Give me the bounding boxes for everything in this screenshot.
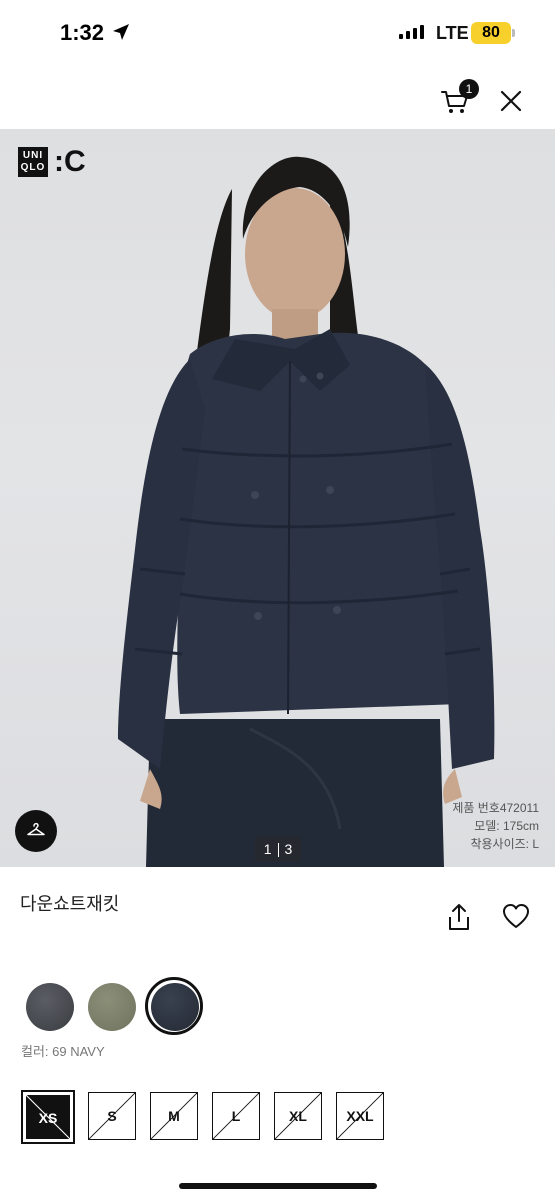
heart-icon[interactable]: [502, 903, 530, 929]
size-label: XL: [289, 1108, 307, 1124]
counter-total: 3: [284, 841, 293, 857]
model-height: 모델: 175cm: [474, 819, 539, 833]
logo-line-2: QLO: [20, 162, 46, 173]
size-label: L: [231, 1108, 241, 1124]
size-label: M: [168, 1108, 180, 1124]
color-swatch-navy[interactable]: [151, 983, 199, 1031]
size-selector: XS S M L XL XXL: [0, 1090, 555, 1144]
brand-logo: UNI QLO :C: [18, 147, 86, 177]
color-swatch-olive[interactable]: [88, 983, 136, 1031]
logo-line-1: UNI: [22, 150, 44, 161]
status-bar: 1:32 LTE 80: [0, 0, 555, 66]
share-icon[interactable]: [446, 903, 472, 931]
size-option-xxl[interactable]: XXL: [336, 1092, 384, 1140]
counter-current: 1: [263, 841, 272, 857]
color-swatch-dark-gray[interactable]: [26, 983, 74, 1031]
status-time: 1:32: [60, 20, 105, 45]
model-info: 제품 번호472011 모델: 175cm 착용사이즈: L: [452, 799, 539, 853]
product-number: 제품 번호472011: [452, 801, 539, 815]
product-photo: [118, 156, 495, 867]
hanger-icon: [27, 822, 45, 836]
size-option-xs[interactable]: XS: [21, 1090, 75, 1144]
signal-bars-icon: [399, 25, 424, 39]
selected-color-label: 컬러: 69 NAVY: [21, 1044, 105, 1059]
cart-count-badge: 1: [459, 79, 479, 99]
image-counter: 13: [255, 836, 301, 862]
size-label: XS: [38, 1110, 58, 1126]
size-label: XXL: [346, 1108, 374, 1124]
battery-level: 80: [471, 22, 511, 44]
product-title: 다운쇼트재킷: [20, 894, 120, 914]
size-option-s[interactable]: S: [88, 1092, 136, 1140]
app-header: 1: [0, 66, 555, 130]
size-option-xl[interactable]: XL: [274, 1092, 322, 1140]
home-indicator[interactable]: [179, 1183, 377, 1189]
battery-tip: [512, 29, 515, 37]
location-arrow-icon: [113, 24, 129, 40]
model-wearing-size: 착용사이즈: L: [470, 837, 539, 851]
size-option-m[interactable]: M: [150, 1092, 198, 1140]
product-image-carousel[interactable]: UNI QLO :C 13 제품 번호472011 모델: 175cm 착용사이…: [0, 129, 555, 867]
size-option-l[interactable]: L: [212, 1092, 260, 1140]
logo-suffix: :C: [54, 145, 86, 178]
try-on-button[interactable]: [15, 810, 57, 852]
color-swatches: [0, 977, 555, 1035]
close-icon[interactable]: [498, 88, 524, 114]
size-label: S: [107, 1108, 117, 1124]
logo-suffix-letter: C: [64, 145, 86, 178]
network-type: LTE: [436, 23, 469, 43]
uniqlo-logo-box: UNI QLO: [18, 147, 48, 177]
